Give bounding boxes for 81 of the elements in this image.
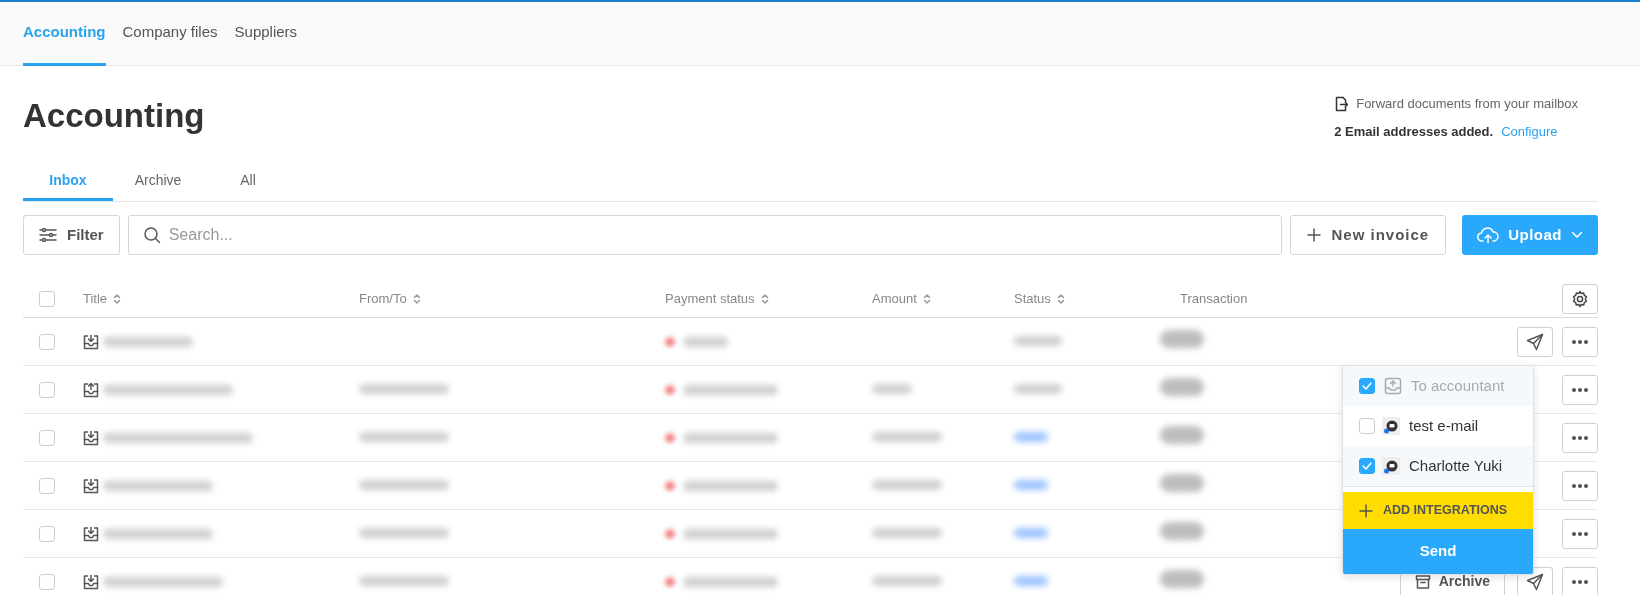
- more-icon: [1571, 434, 1589, 441]
- status-dot: [665, 336, 675, 347]
- nav-tab[interactable]: Company files: [122, 2, 218, 66]
- status-dot: [665, 384, 675, 395]
- chat-avatar-icon: [1382, 457, 1400, 475]
- row-checkbox[interactable]: [39, 477, 55, 494]
- more-button[interactable]: [1562, 566, 1598, 595]
- search-field[interactable]: Search...: [127, 215, 1283, 255]
- search-icon: [142, 226, 161, 244]
- plus-icon: [1359, 503, 1373, 518]
- more-button[interactable]: [1562, 518, 1598, 549]
- menu-item[interactable]: Charlotte Yuki: [1343, 446, 1533, 486]
- more-button[interactable]: [1562, 326, 1598, 357]
- document-arrow-icon: [1334, 95, 1349, 112]
- more-icon: [1571, 482, 1589, 489]
- blurred-pill: [1160, 329, 1204, 348]
- filter-icon: [39, 228, 57, 242]
- menu-checkbox[interactable]: [1359, 418, 1375, 434]
- status-dot: [665, 480, 675, 491]
- column-header[interactable]: Title: [83, 288, 108, 309]
- row-checkbox[interactable]: [39, 381, 55, 398]
- blurred-pill: [1160, 569, 1204, 588]
- send-icon: [1526, 572, 1544, 591]
- email-summary: 2 Email addresses added.: [1334, 122, 1494, 141]
- cloud-upload-icon: [1477, 226, 1500, 244]
- send-icon: [1526, 332, 1544, 351]
- send-button[interactable]: Send: [1343, 529, 1533, 574]
- status-dot: [665, 576, 675, 587]
- more-button[interactable]: [1562, 374, 1598, 405]
- mailbox-hint: Forward documents from your mailbox: [1356, 95, 1578, 113]
- more-button[interactable]: [1562, 470, 1598, 501]
- status-dot: [665, 432, 675, 443]
- more-icon: [1571, 578, 1589, 585]
- archive-box-icon: [1414, 573, 1431, 590]
- blurred-pill: [1160, 521, 1204, 540]
- sort-icon: [922, 292, 931, 305]
- blurred-pill: [1160, 425, 1204, 444]
- new-invoice-button[interactable]: New invoice: [1290, 215, 1447, 255]
- blurred-text: [683, 336, 728, 347]
- page-title: Accounting: [23, 96, 205, 136]
- tab[interactable]: Archive: [113, 163, 203, 201]
- row-checkbox[interactable]: [39, 525, 55, 542]
- sort-icon: [1056, 292, 1065, 305]
- chevron-down-icon: [1571, 231, 1583, 239]
- status-dot: [665, 528, 675, 539]
- row-checkbox[interactable]: [39, 573, 55, 590]
- column-header[interactable]: From/To: [359, 288, 407, 309]
- nav-tab[interactable]: Suppliers: [234, 2, 298, 66]
- column-header[interactable]: Transaction: [1180, 288, 1248, 309]
- row-checkbox[interactable]: [39, 333, 55, 350]
- sort-icon: [760, 292, 769, 305]
- row-checkbox[interactable]: [39, 429, 55, 446]
- column-header[interactable]: Status: [1014, 288, 1051, 309]
- plus-icon: [1307, 228, 1322, 242]
- tab[interactable]: All: [203, 163, 293, 201]
- more-button[interactable]: [1562, 422, 1598, 453]
- sort-icon: [113, 292, 122, 305]
- send-button[interactable]: [1517, 326, 1553, 357]
- settings-button[interactable]: [1562, 283, 1598, 314]
- upload-button[interactable]: Upload: [1462, 215, 1598, 255]
- upload-tray-icon: [1384, 377, 1402, 395]
- blurred-pill: [1160, 377, 1204, 396]
- nav-tab[interactable]: Accounting: [23, 2, 106, 66]
- sort-icon: [412, 292, 421, 305]
- configure-link[interactable]: Configure: [1501, 121, 1558, 141]
- more-icon: [1571, 386, 1589, 393]
- filter-button[interactable]: Filter: [23, 215, 120, 255]
- more-icon: [1571, 338, 1589, 345]
- add-integrations-button[interactable]: ADD INTEGRATIONS: [1343, 492, 1533, 529]
- check-icon: [1362, 462, 1372, 470]
- select-all-checkbox[interactable]: [39, 290, 55, 307]
- more-icon: [1571, 530, 1589, 537]
- blurred-pill: [1160, 473, 1204, 492]
- check-icon: [1362, 382, 1372, 390]
- column-header[interactable]: Amount: [872, 288, 917, 309]
- column-header[interactable]: Payment status: [665, 288, 755, 309]
- chat-avatar-icon: [1382, 417, 1400, 435]
- settings-icon: [1571, 289, 1589, 308]
- menu-item[interactable]: test e-mail: [1343, 406, 1533, 446]
- tab[interactable]: Inbox: [23, 163, 113, 201]
- menu-checkbox[interactable]: [1359, 458, 1375, 474]
